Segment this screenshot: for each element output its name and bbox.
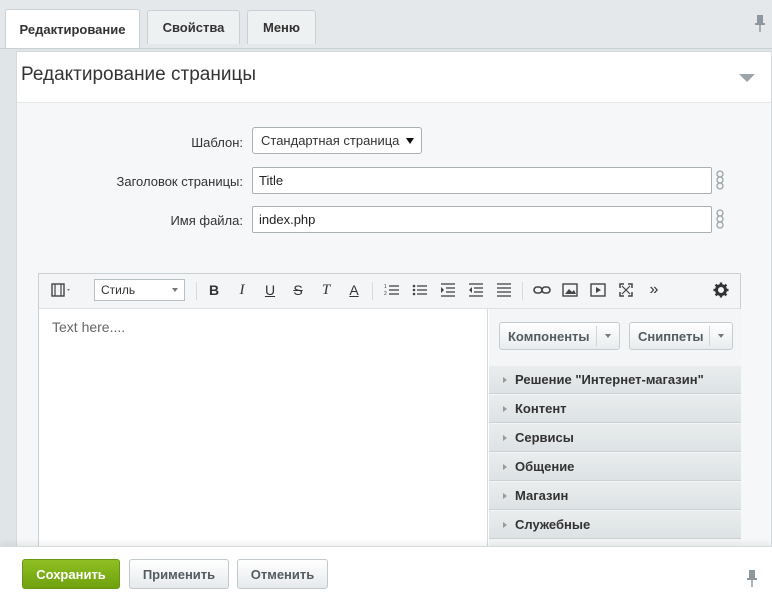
filename-label: Имя файла: (170, 213, 243, 228)
style-select-value: Стиль (101, 283, 136, 297)
template-label: Шаблон: (191, 135, 243, 150)
editor-toolbar: Стиль B I U S T A 12 » (39, 274, 740, 309)
category-label: Служебные (515, 517, 591, 532)
outdent-icon[interactable] (464, 278, 488, 302)
category-label: Общение (515, 459, 575, 474)
underline-icon[interactable]: U (258, 278, 282, 302)
settings-icon[interactable] (709, 278, 733, 302)
category-label: Сервисы (515, 430, 574, 445)
bold-icon[interactable]: B (202, 278, 226, 302)
video-icon[interactable] (586, 278, 610, 302)
indent-icon[interactable] (436, 278, 460, 302)
strikethrough-icon[interactable]: S (286, 278, 310, 302)
view-mode-icon[interactable] (47, 278, 77, 302)
chevron-down-icon[interactable] (596, 326, 619, 346)
category-label: Решение "Интернет-магазин" (515, 372, 704, 387)
category-item[interactable]: Общение (489, 453, 741, 481)
category-item[interactable]: Решение "Интернет-магазин" (489, 366, 741, 394)
remove-format-icon[interactable]: T (314, 278, 338, 302)
tab-bar: Редактирование Свойства Меню (0, 0, 772, 49)
tab-menu[interactable]: Меню (247, 10, 316, 44)
divider (372, 282, 373, 300)
fullscreen-icon[interactable] (614, 278, 638, 302)
panel-body: Шаблон: Стандартная страница Заголовок с… (17, 103, 771, 554)
edit-panel: Редактирование страницы Шаблон: Стандарт… (16, 51, 772, 554)
triangle-right-icon (503, 434, 507, 441)
ordered-list-icon[interactable]: 12 (380, 278, 404, 302)
style-select[interactable]: Стиль (94, 279, 185, 301)
snippets-button[interactable]: Сниппеты (629, 322, 733, 350)
template-select[interactable]: Стандартная страница (252, 127, 422, 154)
template-select-value: Стандартная страница (261, 133, 400, 148)
components-sidebar: Компоненты Сниппеты Решение "Интернет-ма… (489, 309, 741, 554)
snippets-button-label: Сниппеты (638, 328, 704, 344)
tab-properties[interactable]: Свойства (147, 10, 240, 44)
filename-input[interactable] (252, 206, 712, 233)
category-item[interactable]: Контент (489, 395, 741, 423)
align-icon[interactable] (492, 278, 516, 302)
category-item[interactable]: Магазин (489, 482, 741, 510)
triangle-right-icon (503, 521, 507, 528)
editor-content-area[interactable]: Text here.... (39, 309, 488, 554)
svg-text:1: 1 (384, 284, 387, 290)
collapse-icon[interactable] (739, 74, 755, 82)
save-button[interactable]: Сохранить (22, 559, 120, 589)
pin-icon[interactable] (746, 569, 758, 589)
action-bar: Сохранить Применить Отменить (0, 546, 772, 601)
svg-text:2: 2 (384, 291, 387, 297)
components-button[interactable]: Компоненты (499, 322, 620, 350)
triangle-right-icon (503, 405, 507, 412)
page-title-label: Заголовок страницы: (116, 174, 244, 189)
apply-button[interactable]: Применить (129, 559, 229, 589)
font-color-icon[interactable]: A (342, 278, 366, 302)
chevron-down-icon (172, 288, 178, 292)
category-item[interactable]: Служебные (489, 511, 741, 539)
cancel-button[interactable]: Отменить (237, 559, 328, 589)
link-chain-icon[interactable] (715, 170, 725, 190)
more-icon[interactable]: » (642, 278, 666, 302)
chevron-down-icon[interactable] (709, 326, 732, 346)
category-item[interactable]: Сервисы (489, 424, 741, 452)
editor-placeholder: Text here.... (52, 319, 126, 335)
triangle-right-icon (503, 463, 507, 470)
unordered-list-icon[interactable] (408, 278, 432, 302)
page-title: Редактирование страницы (21, 64, 256, 85)
html-editor: Стиль B I U S T A 12 » Text here.... Ком… (38, 273, 741, 554)
chevron-down-icon (406, 138, 414, 144)
triangle-right-icon (503, 492, 507, 499)
category-label: Контент (515, 401, 567, 416)
link-chain-icon[interactable] (715, 209, 725, 229)
tab-editing[interactable]: Редактирование (5, 9, 140, 48)
link-icon[interactable] (530, 278, 554, 302)
italic-icon[interactable]: I (230, 278, 254, 302)
page-title-input[interactable] (252, 167, 712, 194)
category-label: Магазин (515, 488, 569, 503)
image-icon[interactable] (558, 278, 582, 302)
components-button-label: Компоненты (508, 328, 590, 344)
divider (196, 282, 197, 300)
pin-icon[interactable] (754, 14, 766, 34)
divider (522, 282, 523, 300)
triangle-right-icon (503, 376, 507, 383)
